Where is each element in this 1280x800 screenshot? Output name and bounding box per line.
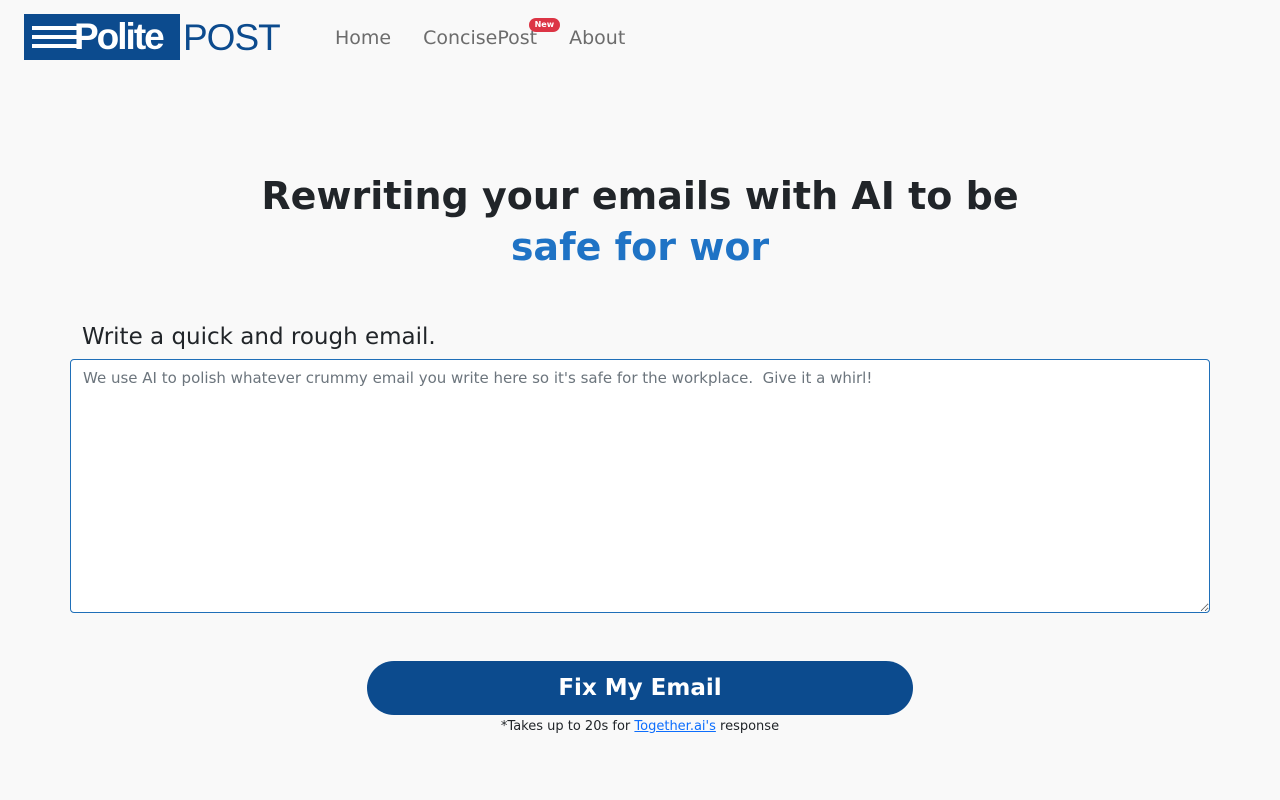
nav-about-link[interactable]: About: [569, 26, 625, 50]
logo-badge: Polite: [24, 14, 180, 60]
response-time-note: *Takes up to 20s for Together.ai's respo…: [0, 718, 1280, 736]
together-ai-link[interactable]: Together.ai's: [634, 719, 715, 734]
logo-lines-icon: [32, 26, 78, 48]
note-suffix: response: [715, 719, 780, 734]
note-prefix: *Takes up to 20s for: [500, 719, 635, 734]
site-header: Polite POST Home ConcisePost New About: [0, 0, 1280, 78]
nav-concisepost-label: ConcisePost: [423, 27, 538, 49]
new-badge: New: [528, 18, 561, 32]
email-field-label: Write a quick and rough email.: [82, 324, 436, 350]
hero-title-text: Rewriting your emails with AI to be: [261, 174, 1019, 218]
logo[interactable]: Polite POST: [24, 14, 281, 60]
nav-home-link[interactable]: Home: [335, 26, 391, 50]
nav-concisepost-link[interactable]: ConcisePost New: [423, 18, 561, 50]
email-textarea[interactable]: [70, 359, 1210, 613]
fix-my-email-button[interactable]: Fix My Email: [367, 661, 913, 715]
hero: Rewriting your emails with AI to be safe…: [0, 170, 1280, 272]
logo-text-polite: Polite: [74, 16, 165, 57]
hero-accent-text: safe for wor: [510, 225, 770, 269]
hero-title: Rewriting your emails with AI to be safe…: [0, 170, 1280, 272]
logo-text-post: POST: [183, 17, 281, 58]
main-nav: Home ConcisePost New About: [335, 18, 625, 50]
